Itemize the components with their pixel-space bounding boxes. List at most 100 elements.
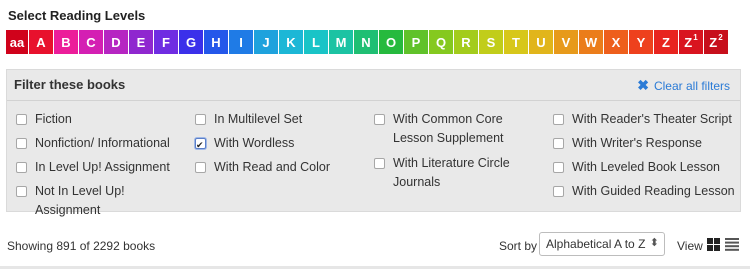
reading-level-superscript: 2 (718, 32, 723, 42)
reading-level-j[interactable]: J (254, 30, 278, 54)
checkbox[interactable] (553, 138, 564, 149)
filter-option-label: With Leveled Book Lesson (572, 160, 721, 174)
checkbox[interactable] (553, 162, 564, 173)
reading-level-y[interactable]: Y (629, 30, 653, 54)
filter-option-label: With Wordless (214, 136, 295, 150)
filter-option[interactable]: With Writer's Response (553, 134, 743, 153)
checkbox[interactable] (553, 186, 564, 197)
filter-option-label: With Writer's Response (572, 136, 702, 150)
filter-option[interactable]: Nonfiction/ Informational (16, 134, 186, 153)
checkbox[interactable] (16, 114, 27, 125)
reading-level-label: J (262, 34, 270, 50)
filter-option[interactable]: With Literature Circle Journals (374, 154, 524, 192)
checkbox[interactable] (16, 186, 27, 197)
reading-level-b[interactable]: B (54, 30, 78, 54)
filter-panel-title: Filter these books (14, 77, 126, 92)
reading-level-i[interactable]: I (229, 30, 253, 54)
reading-level-label: T (512, 34, 520, 50)
filter-option[interactable]: With Common Core Lesson Supplement (374, 110, 534, 148)
filter-option[interactable]: With Guided Reading Lesson (553, 182, 743, 201)
sort-select[interactable]: Alphabetical A to Z ⬍ (539, 232, 665, 256)
filter-option-label: With Common Core Lesson Supplement (393, 112, 504, 145)
reading-level-q[interactable]: Q (429, 30, 453, 54)
reading-level-label: C (86, 34, 96, 50)
checkbox[interactable] (195, 162, 206, 173)
filter-option-label: Nonfiction/ Informational (35, 136, 170, 150)
reading-level-s[interactable]: S (479, 30, 503, 54)
reading-level-label: M (335, 34, 347, 50)
reading-level-k[interactable]: K (279, 30, 303, 54)
reading-level-n[interactable]: N (354, 30, 378, 54)
reading-level-label: U (536, 34, 546, 50)
checkbox[interactable] (553, 114, 564, 125)
filter-option[interactable]: With Wordless (195, 134, 355, 155)
filter-option[interactable]: With Read and Color (195, 158, 355, 177)
reading-level-label: V (561, 34, 571, 50)
reading-level-z[interactable]: Z (654, 30, 678, 54)
reading-level-label: S (486, 34, 496, 50)
reading-level-x[interactable]: X (604, 30, 628, 54)
reading-level-label: Q (435, 34, 447, 50)
grid-view-icon[interactable] (707, 238, 720, 251)
reading-level-label: X (611, 34, 621, 50)
filter-option[interactable]: In Level Up! Assignment (16, 158, 186, 177)
clear-filters-link[interactable]: ✖ Clear all filters (637, 77, 730, 94)
reading-level-c[interactable]: C (79, 30, 103, 54)
reading-level-z1[interactable]: Z1 (679, 30, 703, 54)
reading-level-label: H (211, 34, 221, 50)
filter-option[interactable]: In Multilevel Set (195, 110, 355, 129)
reading-level-e[interactable]: E (129, 30, 153, 54)
filter-option-label: With Read and Color (214, 160, 331, 174)
reading-level-label: L (312, 34, 320, 50)
reading-level-g[interactable]: G (179, 30, 203, 54)
reading-level-label: K (286, 34, 296, 50)
reading-level-superscript: 1 (693, 32, 698, 42)
checkbox[interactable] (374, 158, 385, 169)
filter-option[interactable]: Not In Level Up! Assignment (16, 182, 191, 220)
filter-option-label: In Multilevel Set (214, 112, 303, 126)
reading-level-aa[interactable]: aa (6, 30, 28, 54)
reading-level-d[interactable]: D (104, 30, 128, 54)
reading-level-label: O (385, 34, 397, 50)
close-icon: ✖ (637, 77, 649, 93)
reading-level-label: E (136, 34, 146, 50)
checkbox-checked[interactable] (195, 136, 206, 155)
sort-select-value: Alphabetical A to Z (546, 237, 646, 251)
checkbox[interactable] (16, 162, 27, 173)
reading-level-m[interactable]: M (329, 30, 353, 54)
list-view-icon[interactable] (725, 238, 739, 251)
reading-level-label: R (461, 34, 471, 50)
reading-level-f[interactable]: F (154, 30, 178, 54)
checkbox[interactable] (374, 114, 385, 125)
filter-option-label: With Reader's Theater Script (572, 112, 732, 126)
chevron-down-icon: ⬍ (649, 237, 659, 249)
reading-level-l[interactable]: L (304, 30, 328, 54)
results-count: Showing 891 of 2292 books (7, 239, 156, 253)
filter-option[interactable]: Fiction (16, 110, 186, 129)
divider (0, 266, 750, 269)
reading-level-label: W (584, 34, 598, 50)
filter-option-label: Fiction (35, 112, 72, 126)
reading-level-label: P (411, 34, 421, 50)
reading-level-label: Y (636, 34, 646, 50)
filter-panel-header: Filter these books ✖ Clear all filters (7, 70, 740, 101)
reading-level-label: aa (9, 34, 25, 50)
reading-level-v[interactable]: V (554, 30, 578, 54)
reading-level-p[interactable]: P (404, 30, 428, 54)
reading-levels-title: Select Reading Levels (8, 8, 146, 23)
reading-level-t[interactable]: T (504, 30, 528, 54)
checkbox[interactable] (195, 114, 206, 125)
reading-level-h[interactable]: H (204, 30, 228, 54)
reading-level-w[interactable]: W (579, 30, 603, 54)
reading-level-o[interactable]: O (379, 30, 403, 54)
checkbox[interactable] (16, 138, 27, 149)
reading-level-a[interactable]: A (29, 30, 53, 54)
reading-level-r[interactable]: R (454, 30, 478, 54)
reading-level-label: N (361, 34, 371, 50)
reading-levels-bar: aa A B C D E F G H I J K L M N O P Q R S T U V W X Y Z Z 1 Z 2 (6, 30, 728, 54)
reading-level-label: G (185, 34, 197, 50)
reading-level-u[interactable]: U (529, 30, 553, 54)
reading-level-z2[interactable]: Z2 (704, 30, 728, 54)
filter-option[interactable]: With Reader's Theater Script (553, 110, 743, 129)
filter-option[interactable]: With Leveled Book Lesson (553, 158, 743, 177)
